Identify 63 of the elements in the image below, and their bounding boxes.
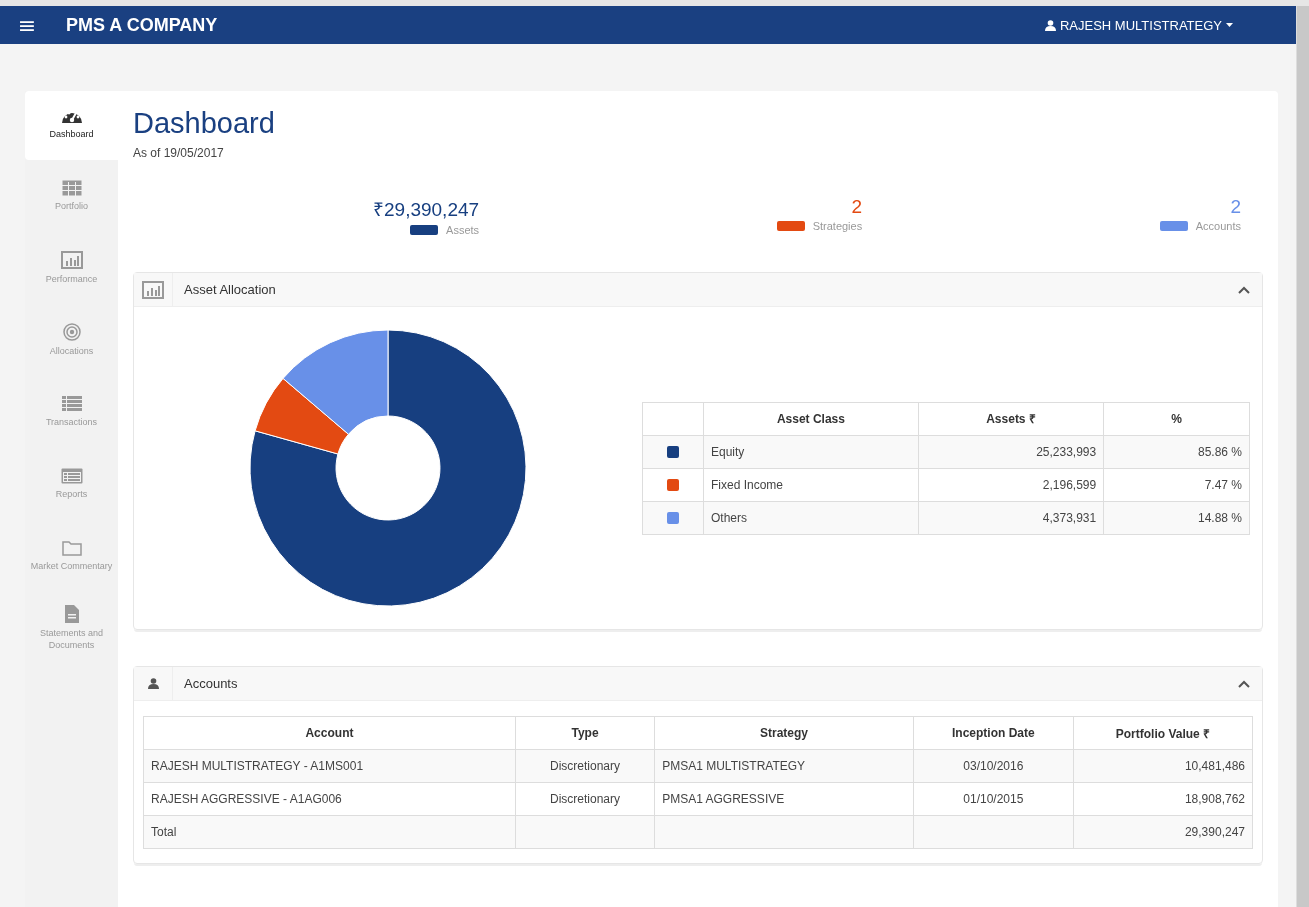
table-cell: 18,908,762 bbox=[1073, 782, 1253, 816]
user-icon bbox=[147, 678, 159, 689]
sidebar-item[interactable]: Performance bbox=[25, 232, 118, 304]
user-icon bbox=[1044, 19, 1056, 31]
table-cell: 29,390,247 bbox=[1073, 815, 1253, 849]
stat-value: 2 bbox=[1230, 196, 1241, 218]
column-header: % bbox=[1103, 402, 1250, 435]
table-cell: Fixed Income bbox=[703, 468, 919, 501]
report-icon bbox=[60, 468, 83, 484]
user-menu[interactable]: RAJESH MULTISTRATEGY bbox=[1038, 16, 1239, 34]
page-title: Dashboard bbox=[133, 107, 276, 140]
table-cell: PMSA1 MULTISTRATEGY bbox=[654, 749, 914, 783]
column-header: Asset Class bbox=[703, 402, 919, 435]
stat-label: Accounts bbox=[1195, 220, 1241, 232]
list-icon bbox=[61, 396, 82, 412]
table-cell: Total bbox=[143, 815, 516, 849]
stat-value: ₹29,390,247 bbox=[373, 198, 480, 222]
table-cell: 01/10/2015 bbox=[913, 782, 1074, 816]
column-header: Inception Date bbox=[913, 716, 1074, 750]
table-cell: 03/10/2016 bbox=[913, 749, 1074, 783]
stat-label: Assets bbox=[446, 224, 480, 236]
column-header: Account bbox=[143, 716, 516, 750]
column-header: Portfolio Value ₹ bbox=[1073, 716, 1253, 750]
table-cell: 85.86 % bbox=[1103, 435, 1250, 468]
sidebar-item[interactable]: Transactions bbox=[25, 376, 118, 448]
column-header: Assets ₹ bbox=[918, 402, 1104, 435]
sidebar-item[interactable]: Market Commentary bbox=[25, 520, 118, 592]
bar-chart-icon bbox=[142, 280, 164, 299]
gauge-icon bbox=[60, 111, 83, 124]
sidebar-item[interactable]: Reports bbox=[25, 448, 118, 520]
panel-title: Accounts bbox=[184, 676, 238, 691]
caret-icon bbox=[1226, 23, 1233, 27]
sidebar-item[interactable]: Dashboard bbox=[25, 91, 118, 160]
scrollbar[interactable] bbox=[1296, 6, 1309, 907]
table-cell: Others bbox=[703, 501, 919, 534]
panel-title: Asset Allocation bbox=[184, 282, 276, 297]
table-cell: 4,373,931 bbox=[918, 501, 1104, 534]
as-of-date: As of 19/05/2017 bbox=[133, 146, 225, 160]
target-icon bbox=[62, 323, 81, 341]
table-cell: RAJESH MULTISTRATEGY - A1MS001 bbox=[143, 749, 516, 783]
sidebar-item[interactable]: Allocations bbox=[25, 304, 118, 376]
table-icon bbox=[61, 180, 82, 196]
table-cell: 10,481,486 bbox=[1073, 749, 1253, 783]
column-header: Strategy bbox=[654, 716, 914, 750]
sidebar-item[interactable]: Statements and Documents bbox=[25, 592, 118, 664]
bar-chart-icon bbox=[60, 251, 83, 269]
table-cell: 25,233,993 bbox=[918, 435, 1104, 468]
table-cell: PMSA1 AGGRESSIVE bbox=[654, 782, 914, 816]
table-cell: Equity bbox=[703, 435, 919, 468]
folder-icon bbox=[61, 540, 82, 556]
table-cell: RAJESH AGGRESSIVE - A1AG006 bbox=[143, 782, 516, 816]
brand-name: PMS A COMPANY bbox=[66, 14, 218, 36]
table-cell: 7.47 % bbox=[1103, 468, 1250, 501]
table-cell: 2,196,599 bbox=[918, 468, 1104, 501]
table-cell: 14.88 % bbox=[1103, 501, 1250, 534]
column-header: Type bbox=[515, 716, 655, 750]
table-cell: Discretionary bbox=[515, 749, 655, 783]
stat-label: Strategies bbox=[812, 220, 863, 232]
menu-button[interactable]: ≡ bbox=[16, 12, 38, 38]
stat-value: 2 bbox=[851, 196, 863, 218]
document-icon bbox=[64, 605, 79, 623]
table-cell: Discretionary bbox=[515, 782, 655, 816]
sidebar-item[interactable]: Portfolio bbox=[25, 160, 118, 232]
